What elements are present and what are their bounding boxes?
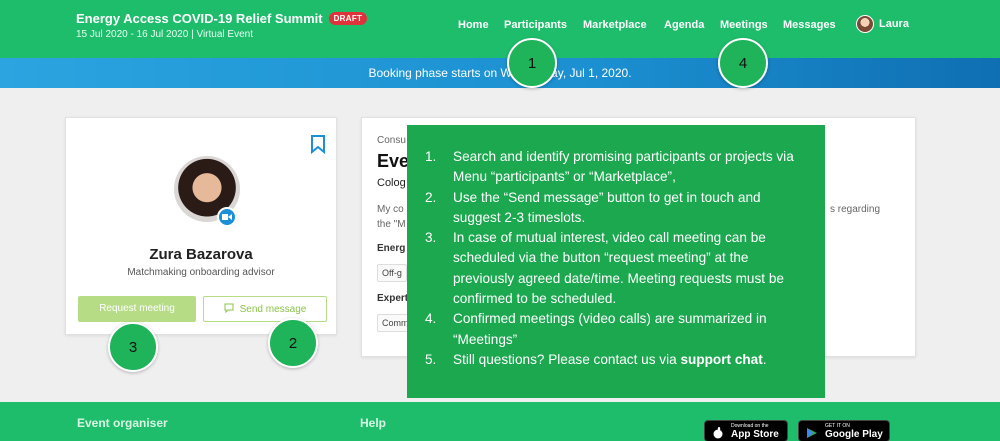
instruction-item: 4. Confirmed meetings (video calls) are … <box>425 311 767 347</box>
instructions-overlay: 1. Search and identify promising partici… <box>407 125 825 398</box>
detail-subtitle: Colog <box>377 177 406 189</box>
nav-meetings[interactable]: Meetings <box>720 19 768 31</box>
video-camera-icon <box>217 207 237 227</box>
instructions-list: 1. Search and identify promising partici… <box>425 147 805 370</box>
footer-help-heading: Help <box>360 416 387 430</box>
instruction-item: 5. Still questions? Please contact us vi… <box>425 351 767 367</box>
instruction-item: 3. In case of mutual interest, video cal… <box>425 230 784 307</box>
profile-name: Zura Bazarova <box>149 246 253 263</box>
app-store-badge[interactable]: Download on the App Store <box>704 420 788 441</box>
user-menu[interactable]: Laura <box>856 15 909 33</box>
draft-badge: DRAFT <box>328 12 368 25</box>
detail-desc-left: My co <box>377 204 404 215</box>
bookmark-icon[interactable] <box>310 134 326 159</box>
event-title: Energy Access COVID-19 Relief Summit DRA… <box>76 11 368 26</box>
nav-home[interactable]: Home <box>458 19 489 31</box>
user-name: Laura <box>879 18 909 30</box>
detail-desc-right: s regarding <box>830 204 881 215</box>
booking-banner: Booking phase starts on Wednesday, Jul 1… <box>0 58 1000 88</box>
footer-organiser-heading: Event organiser <box>77 416 168 430</box>
energy-label: Energ <box>377 243 406 254</box>
callout-3: 3 <box>108 322 158 372</box>
nav-participants[interactable]: Participants <box>504 19 567 31</box>
detail-desc-left-2: the "M <box>377 219 406 230</box>
expertise-label: Expert <box>377 293 409 304</box>
instruction-item: 1. Search and identify promising partici… <box>425 149 794 185</box>
nav-marketplace[interactable]: Marketplace <box>583 19 647 31</box>
avatar <box>856 15 874 33</box>
callout-2: 2 <box>268 318 318 368</box>
send-message-label: Send message <box>239 303 307 315</box>
support-chat-link[interactable]: support chat <box>680 352 762 367</box>
event-title-text: Energy Access COVID-19 Relief Summit <box>76 11 323 26</box>
chat-bubble-icon <box>224 303 234 316</box>
energy-chip: Off-g <box>377 264 407 282</box>
top-header: Energy Access COVID-19 Relief Summit DRA… <box>0 0 1000 58</box>
play-icon <box>806 426 818 441</box>
request-meeting-button[interactable]: Request meeting <box>78 296 196 322</box>
google-play-badge[interactable]: GET IT ON Google Play <box>798 420 890 441</box>
profile-role: Matchmaking onboarding advisor <box>127 267 275 278</box>
profile-card: Zura Bazarova Matchmaking onboarding adv… <box>65 117 337 335</box>
instruction-item: 2. Use the “Send message” button to get … <box>425 189 761 225</box>
apple-icon <box>712 426 724 441</box>
send-message-button[interactable]: Send message <box>203 296 327 322</box>
callout-1: 1 <box>507 38 557 88</box>
callout-4: 4 <box>718 38 768 88</box>
event-meta: 15 Jul 2020 - 16 Jul 2020 | Virtual Even… <box>76 29 253 40</box>
detail-kicker: Consu <box>377 135 406 146</box>
nav-agenda[interactable]: Agenda <box>664 19 704 31</box>
detail-title: Eve <box>377 151 410 171</box>
nav-messages[interactable]: Messages <box>783 19 836 31</box>
